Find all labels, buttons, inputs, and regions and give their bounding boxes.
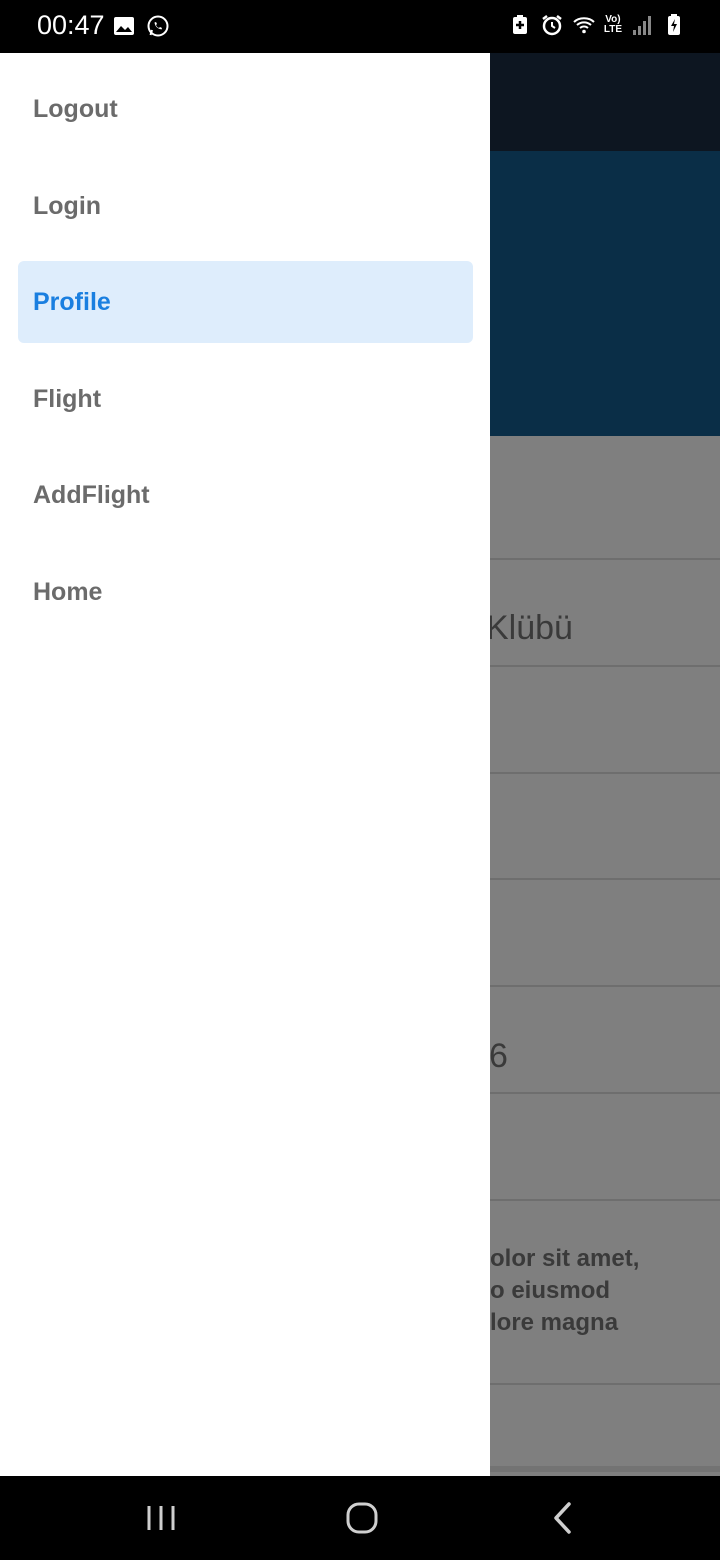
back-icon[interactable] [543,1498,583,1538]
drawer-item-addflight[interactable]: AddFlight [18,454,473,536]
paragraph-line: o eiusmod [490,1277,611,1304]
status-left-icons [112,14,170,38]
status-right-icons: Vo) LTE [508,13,686,37]
alarm-icon [542,15,562,36]
drawer-item-label: Flight [33,384,102,413]
drawer-item-profile[interactable]: Profile [18,261,473,343]
system-navigation-bar [0,1476,720,1560]
recent-apps-icon[interactable] [141,1498,181,1538]
drawer-item-label: Home [33,577,103,606]
drawer-item-flight[interactable]: Flight [18,358,473,440]
drawer-item-login[interactable]: Login [18,165,473,247]
number-text: 6 [489,1037,508,1075]
paragraph-line: olor sit amet, [490,1245,640,1272]
signal-icon [633,16,651,35]
navigation-drawer: Logout Login Profile Flight AddFlight Ho… [0,53,490,1476]
club-name-text: Klübü [486,609,573,647]
battery-saver-icon [512,15,527,34]
volte-icon: Vo) LTE [603,14,622,35]
paragraph-line: lore magna [490,1309,619,1336]
drawer-item-label: AddFlight [33,480,150,509]
battery-icon [668,14,680,35]
home-icon[interactable] [342,1498,382,1538]
drawer-item-logout[interactable]: Logout [18,68,473,150]
wifi-icon [573,17,595,34]
drawer-item-label: Login [33,191,102,220]
image-icon [114,17,134,35]
status-time: 00:47 [37,10,105,40]
drawer-item-label: Profile [33,287,111,316]
status-bar: 00:47 Vo) LTE [0,0,720,53]
whatsapp-icon [147,15,169,37]
drawer-item-home[interactable]: Home [18,551,473,633]
drawer-item-label: Logout [33,94,118,123]
